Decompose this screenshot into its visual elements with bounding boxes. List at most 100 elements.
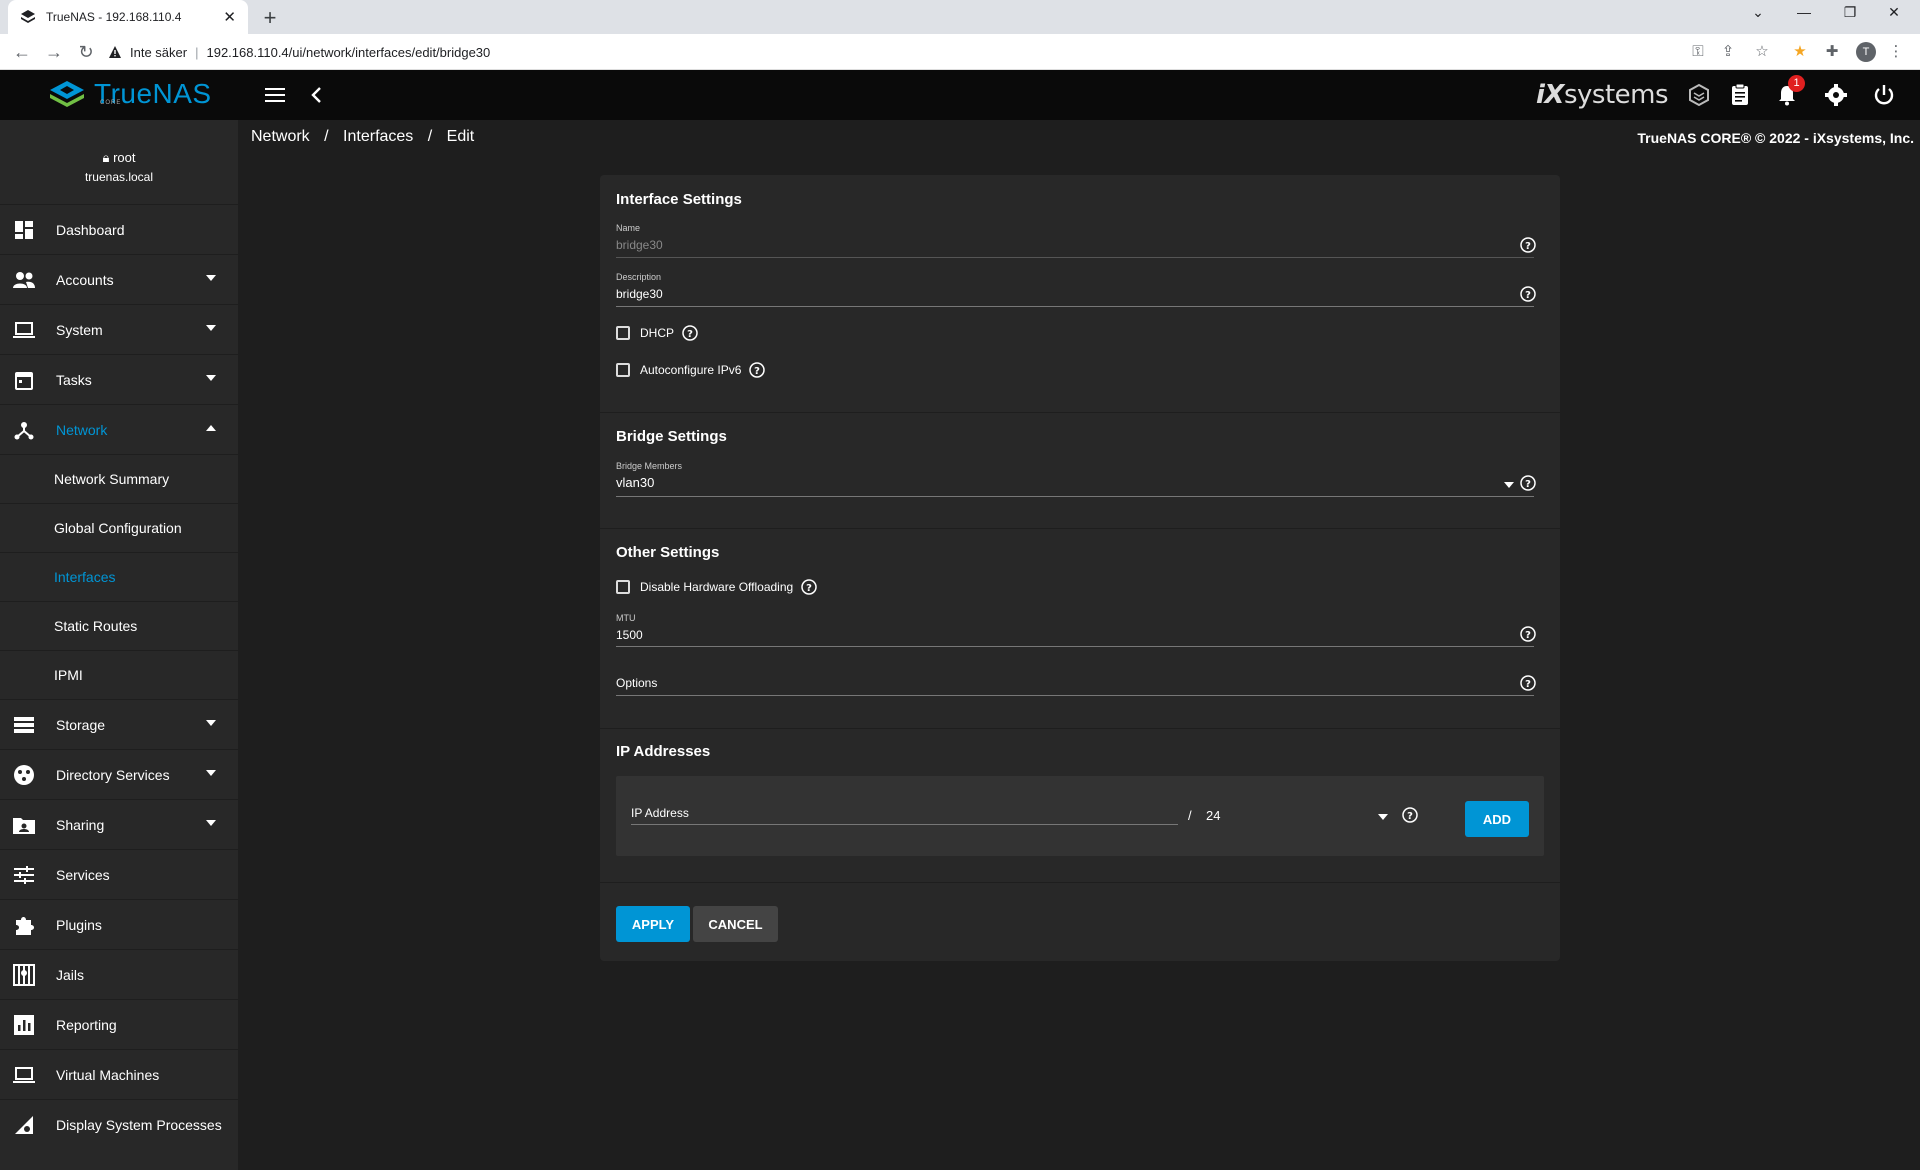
sidebar-item-services[interactable]: Services bbox=[0, 849, 238, 899]
interface-settings-title: Interface Settings bbox=[616, 191, 742, 208]
disable-offloading-checkbox[interactable] bbox=[616, 580, 630, 594]
services-icon bbox=[12, 863, 36, 887]
reporting-icon bbox=[12, 1013, 36, 1037]
close-window-icon[interactable]: ✕ bbox=[1884, 4, 1904, 21]
sidebar-item-network[interactable]: Network bbox=[0, 404, 238, 454]
url-omnibox[interactable]: Inte säker | 192.168.110.4/ui/network/in… bbox=[108, 38, 1768, 66]
svg-text:?: ? bbox=[1525, 479, 1531, 490]
breadcrumb-network[interactable]: Network bbox=[251, 128, 310, 145]
description-underline bbox=[616, 306, 1534, 307]
dashboard-icon bbox=[12, 218, 36, 242]
sidebar-item-sharing[interactable]: Sharing bbox=[0, 799, 238, 849]
browser-tab-title: TrueNAS - 192.168.110.4 bbox=[46, 10, 182, 24]
close-tab-icon[interactable]: ✕ bbox=[223, 8, 236, 26]
sidebar-item-system[interactable]: System bbox=[0, 304, 238, 354]
bookmark-star-icon[interactable]: ☆ bbox=[1752, 42, 1772, 62]
add-ip-button[interactable]: ADD bbox=[1465, 801, 1529, 837]
help-icon[interactable]: ? bbox=[1520, 675, 1536, 691]
help-icon[interactable]: ? bbox=[1520, 286, 1536, 302]
help-icon[interactable]: ? bbox=[801, 579, 817, 595]
sidebar-subitem-network-summary[interactable]: Network Summary bbox=[0, 454, 238, 503]
ip-address-field[interactable]: IP Address bbox=[631, 806, 689, 820]
browser-menu-icon[interactable]: ⋮ bbox=[1886, 42, 1906, 62]
help-icon[interactable]: ? bbox=[1520, 475, 1536, 491]
chevron-down-icon[interactable] bbox=[1504, 482, 1514, 488]
interface-edit-form: Interface Settings Name bridge30 ? Descr… bbox=[600, 175, 1560, 961]
mtu-field[interactable]: 1500 bbox=[616, 628, 643, 642]
help-icon[interactable]: ? bbox=[749, 362, 766, 378]
sidebar-subitem-interfaces[interactable]: Interfaces bbox=[0, 552, 238, 601]
apply-button[interactable]: APPLY bbox=[616, 906, 690, 942]
extension-star-icon[interactable]: ★ bbox=[1790, 42, 1810, 62]
disable-offloading-label: Disable Hardware Offloading bbox=[640, 580, 794, 594]
svg-text:?: ? bbox=[1525, 290, 1531, 301]
dhcp-checkbox-row[interactable]: DHCP ? bbox=[616, 325, 698, 341]
sidebar-item-plugins[interactable]: Plugins bbox=[0, 899, 238, 949]
truecommand-icon[interactable] bbox=[1687, 83, 1711, 107]
sidebar-item-tasks[interactable]: Tasks bbox=[0, 354, 238, 404]
options-underline bbox=[616, 695, 1534, 696]
sidebar-item-accounts[interactable]: Accounts bbox=[0, 254, 238, 304]
section-divider bbox=[600, 728, 1560, 729]
options-field[interactable]: Options bbox=[616, 676, 657, 690]
description-field[interactable]: bridge30 bbox=[616, 287, 663, 301]
tab-search-icon[interactable]: ⌄ bbox=[1748, 4, 1768, 21]
profile-avatar[interactable]: T bbox=[1856, 42, 1876, 62]
netmask-select[interactable]: 24 bbox=[1206, 808, 1220, 823]
help-icon[interactable]: ? bbox=[682, 325, 698, 341]
power-icon[interactable] bbox=[1872, 83, 1896, 107]
browser-address-bar: ← → ↻ Inte säker | 192.168.110.4/ui/netw… bbox=[0, 34, 1920, 70]
name-field: bridge30 bbox=[616, 238, 663, 252]
sidebar-subitem-static-routes[interactable]: Static Routes bbox=[0, 601, 238, 650]
autoconfigure-ipv6-checkbox[interactable] bbox=[616, 363, 630, 377]
sidebar-item-storage[interactable]: Storage bbox=[0, 699, 238, 749]
breadcrumb-interfaces[interactable]: Interfaces bbox=[343, 128, 413, 145]
sidebar-item-label: Virtual Machines bbox=[56, 1066, 160, 1083]
section-divider bbox=[600, 412, 1560, 413]
sidebar-item-label: Jails bbox=[56, 966, 85, 983]
sidebar-item-directory-services[interactable]: Directory Services bbox=[0, 749, 238, 799]
new-tab-icon[interactable]: + bbox=[258, 5, 282, 31]
truenas-favicon-icon bbox=[21, 10, 35, 23]
task-manager-icon[interactable] bbox=[1728, 83, 1752, 107]
storage-icon bbox=[12, 713, 36, 737]
sidebar-item-label: Directory Services bbox=[56, 766, 170, 783]
minimize-icon[interactable]: — bbox=[1794, 4, 1814, 20]
browser-tab[interactable]: TrueNAS - 192.168.110.4 ✕ bbox=[8, 0, 248, 34]
reload-icon[interactable]: ↻ bbox=[74, 40, 98, 64]
autoconfigure-ipv6-row[interactable]: Autoconfigure IPv6 ? bbox=[616, 362, 766, 378]
chevron-left-icon[interactable] bbox=[307, 84, 327, 106]
sidebar-subitem-global-configuration[interactable]: Global Configuration bbox=[0, 503, 238, 552]
sidebar-item-jails[interactable]: Jails bbox=[0, 949, 238, 999]
settings-gear-icon[interactable] bbox=[1824, 83, 1848, 107]
url-text[interactable]: 192.168.110.4/ui/network/interfaces/edit… bbox=[206, 45, 490, 60]
sidebar-subitem-ipmi[interactable]: IPMI bbox=[0, 650, 238, 699]
sidebar-item-reporting[interactable]: Reporting bbox=[0, 999, 238, 1049]
help-icon[interactable]: ? bbox=[1520, 626, 1536, 642]
cancel-button[interactable]: CANCEL bbox=[693, 906, 778, 942]
dhcp-checkbox[interactable] bbox=[616, 326, 630, 340]
sidebar-item-label: Dashboard bbox=[56, 221, 125, 238]
key-icon[interactable]: ⚿ bbox=[1688, 42, 1708, 62]
disable-offloading-row[interactable]: Disable Hardware Offloading ? bbox=[616, 579, 817, 595]
truenas-logo[interactable]: TrueNAS bbox=[48, 78, 212, 110]
sidebar-item-display-system-processes[interactable]: Display System Processes bbox=[0, 1099, 238, 1149]
menu-toggle-icon[interactable] bbox=[264, 84, 286, 106]
bridge-members-select[interactable]: vlan30 bbox=[616, 475, 654, 490]
back-icon[interactable]: ← bbox=[10, 40, 34, 64]
restore-icon[interactable]: ❐ bbox=[1840, 4, 1860, 21]
sidebar-item-dashboard[interactable]: Dashboard bbox=[0, 204, 238, 254]
bridge-members-label: Bridge Members bbox=[616, 461, 683, 471]
extensions-puzzle-icon[interactable]: ✚ bbox=[1822, 42, 1842, 62]
sidebar-item-virtual-machines[interactable]: Virtual Machines bbox=[0, 1049, 238, 1099]
jails-icon bbox=[12, 963, 36, 987]
chevron-down-icon[interactable] bbox=[1378, 814, 1388, 820]
forward-icon[interactable]: → bbox=[42, 40, 66, 64]
description-label: Description bbox=[616, 272, 662, 282]
help-icon[interactable]: ? bbox=[1520, 237, 1536, 253]
caret-down-icon bbox=[206, 325, 216, 331]
sidebar-item-label: System bbox=[56, 321, 103, 338]
share-icon[interactable]: ⇪ bbox=[1718, 42, 1738, 62]
section-divider bbox=[600, 528, 1560, 529]
help-icon[interactable]: ? bbox=[1402, 807, 1418, 823]
